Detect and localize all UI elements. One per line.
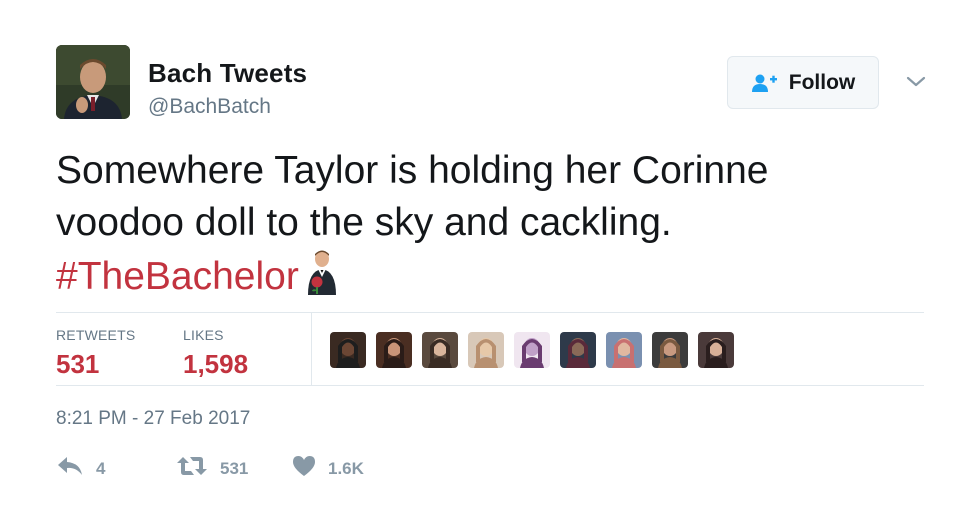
liker-avatar[interactable] bbox=[560, 332, 596, 368]
tweet-stats: RETWEETS 531 LIKES 1,598 bbox=[56, 312, 924, 386]
heart-icon bbox=[292, 455, 316, 482]
tweet-hashtag-line: #TheBachelor bbox=[56, 249, 916, 303]
author-name[interactable]: Bach Tweets bbox=[148, 58, 307, 89]
liker-avatars bbox=[330, 332, 734, 368]
liker-avatar[interactable] bbox=[330, 332, 366, 368]
likes-label: LIKES bbox=[183, 327, 224, 343]
tweet-text-line-2: voodoo doll to the sky and cackling. bbox=[56, 201, 672, 244]
like-count: 1.6K bbox=[328, 458, 364, 478]
tweet-actions: 4 531 1.6K bbox=[56, 455, 364, 482]
liker-avatar[interactable] bbox=[606, 332, 642, 368]
liker-avatar[interactable] bbox=[514, 332, 550, 368]
retweets-stat[interactable]: RETWEETS 531 bbox=[56, 327, 135, 380]
profile-photo-icon bbox=[56, 45, 130, 119]
reply-button[interactable]: 4 bbox=[56, 455, 176, 482]
author-info: Bach Tweets @BachBatch bbox=[148, 58, 307, 119]
follow-button-label: Follow bbox=[788, 70, 856, 94]
liker-avatar[interactable] bbox=[376, 332, 412, 368]
retweets-label: RETWEETS bbox=[56, 327, 136, 343]
likes-stat[interactable]: LIKES 1,598 bbox=[183, 327, 248, 380]
likes-count: 1,598 bbox=[183, 349, 249, 379]
follow-button[interactable]: Follow bbox=[727, 56, 879, 109]
liker-avatar[interactable] bbox=[422, 332, 458, 368]
like-button[interactable]: 1.6K bbox=[292, 455, 364, 482]
tweet-text-line-1: Somewhere Taylor is holding her Corinne bbox=[56, 149, 769, 192]
liker-avatar[interactable] bbox=[468, 332, 504, 368]
retweet-button[interactable]: 531 bbox=[176, 455, 292, 482]
tweet-text: Somewhere Taylor is holding her Corinne … bbox=[56, 145, 916, 303]
liker-avatar[interactable] bbox=[698, 332, 734, 368]
chevron-down-icon[interactable] bbox=[905, 74, 927, 90]
stats-divider bbox=[311, 313, 312, 385]
add-user-icon bbox=[751, 73, 779, 93]
reply-count: 4 bbox=[96, 458, 106, 478]
retweets-count: 531 bbox=[56, 349, 100, 379]
bachelor-rose-emoji-icon bbox=[305, 249, 339, 297]
retweet-count: 531 bbox=[220, 458, 249, 478]
avatar[interactable] bbox=[56, 45, 130, 119]
liker-avatar[interactable] bbox=[652, 332, 688, 368]
retweet-icon bbox=[176, 455, 208, 482]
hashtag-link[interactable]: #TheBachelor bbox=[56, 255, 299, 298]
tweet-card: Bach Tweets @BachBatch Follow Somewhere … bbox=[0, 0, 980, 523]
tweet-timestamp[interactable]: 8:21 PM - 27 Feb 2017 bbox=[56, 408, 250, 430]
author-handle[interactable]: @BachBatch bbox=[148, 95, 307, 119]
reply-icon bbox=[56, 455, 84, 482]
